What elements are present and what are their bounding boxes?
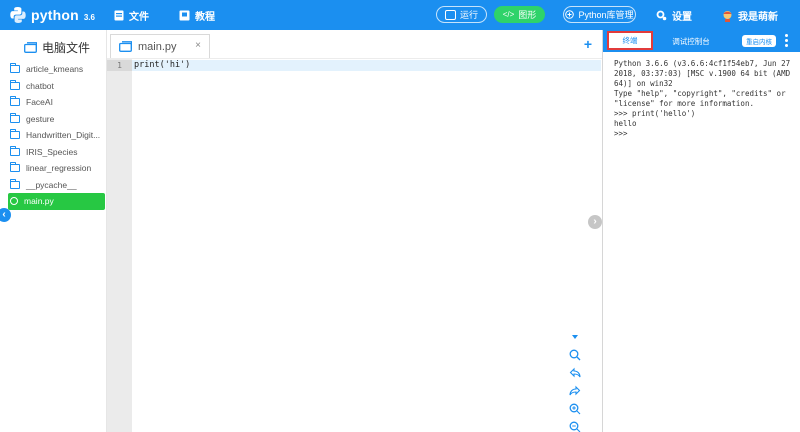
zoom-out-icon[interactable]	[568, 420, 582, 432]
line-gutter: 1	[107, 59, 132, 432]
folder-label: chatbot	[26, 80, 54, 91]
plus-circle-icon	[565, 10, 575, 19]
line-number: 1	[107, 60, 132, 71]
run-icon	[444, 9, 456, 20]
folder-icon	[9, 96, 20, 107]
graphics-button-label: 图形	[518, 10, 537, 20]
editor-toolbar	[566, 330, 584, 432]
avatar-icon	[723, 10, 732, 22]
folder-item[interactable]: linear_regression	[8, 160, 105, 177]
chevron-right-icon: ›	[593, 216, 597, 227]
more-options-icon[interactable]	[785, 34, 789, 47]
caret-down-icon[interactable]	[568, 330, 582, 344]
folder-icon	[9, 63, 20, 74]
book-icon	[179, 10, 190, 21]
terminal-output[interactable]: Python 3.6.6 (v3.6.6:4cf1f54eb7, Jun 27 …	[614, 59, 794, 139]
code-icon: </>	[502, 10, 515, 19]
library-manager-button[interactable]: Python库管理	[563, 6, 636, 23]
folder-icon	[9, 162, 20, 173]
gear-icon	[656, 10, 667, 21]
file-list: article_kmeans chatbot FaceAI gesture Ha…	[8, 61, 105, 210]
folder-item[interactable]: gesture	[8, 111, 105, 128]
file-explorer-title: 电脑文件	[24, 39, 90, 56]
folder-label: linear_regression	[26, 163, 92, 174]
folder-item[interactable]: FaceAI	[8, 94, 105, 111]
file-item-active[interactable]: main.py	[8, 193, 105, 210]
editor-tab-bar: main.py × +	[107, 30, 602, 59]
editor-tab[interactable]: main.py ×	[110, 34, 210, 58]
folder-item[interactable]: article_kmeans	[8, 61, 105, 78]
settings-label: 设置	[672, 12, 692, 23]
folder-icon	[9, 129, 20, 140]
collapse-sidebar-button[interactable]: ‹	[0, 208, 11, 222]
folder-label: IRIS_Species	[26, 146, 78, 157]
plus-icon: +	[583, 36, 592, 52]
search-icon[interactable]	[568, 348, 582, 362]
file-explorer-title-text: 电脑文件	[42, 41, 91, 55]
computer-icon	[24, 42, 37, 53]
restart-kernel-button[interactable]: 重启内核	[742, 35, 776, 47]
folder-icon	[9, 112, 20, 123]
logo-version: 3.6	[83, 12, 95, 22]
user-name: 我是萌新	[738, 12, 778, 23]
run-button[interactable]: 运行	[436, 6, 487, 23]
file-icon	[114, 10, 124, 21]
folder-icon	[9, 79, 20, 90]
python-logo[interactable]: python 3.6	[9, 6, 95, 24]
tab-debug-console[interactable]: 调试控制台	[663, 30, 719, 52]
console-panel: 终端 调试控制台 重启内核 Python 3.6.6 (v3.6.6:4cf1f…	[602, 30, 800, 432]
nav-file-label: 文件	[129, 12, 149, 23]
user-menu[interactable]: 我是萌新	[722, 8, 778, 23]
close-icon[interactable]: ×	[195, 40, 201, 51]
folder-item[interactable]: Handwritten_Digit...	[8, 127, 105, 144]
console-tab-bar: 终端 调试控制台 重启内核	[603, 30, 800, 52]
folder-item[interactable]: __pycache__	[8, 177, 105, 194]
computer-icon	[119, 41, 132, 52]
logo-text: python	[31, 7, 79, 23]
undo-icon[interactable]	[568, 366, 582, 380]
editor-tab-label: main.py	[138, 40, 177, 53]
nav-tutorial[interactable]: 教程	[179, 8, 215, 23]
folder-label: article_kmeans	[26, 64, 84, 75]
folder-label: Handwritten_Digit...	[26, 130, 101, 141]
folder-icon	[9, 145, 20, 156]
nav-file[interactable]: 文件	[114, 8, 149, 23]
settings-button[interactable]: 设置	[656, 8, 692, 23]
toggle-console-button[interactable]: ›	[588, 215, 602, 229]
file-label: main.py	[24, 196, 54, 207]
folder-label: gesture	[26, 113, 55, 124]
graphics-button[interactable]: </> 图形	[494, 6, 545, 23]
library-manager-label: Python库管理	[578, 10, 634, 20]
folder-item[interactable]: IRIS_Species	[8, 144, 105, 161]
chevron-left-icon: ‹	[2, 209, 6, 220]
file-explorer: 电脑文件 article_kmeans chatbot FaceAI gestu…	[0, 30, 107, 432]
run-button-label: 运行	[459, 10, 478, 20]
folder-label: FaceAI	[26, 97, 53, 108]
code-editor[interactable]: print('hi')	[134, 60, 190, 71]
active-line-highlight	[132, 60, 601, 71]
folder-icon	[9, 178, 20, 189]
zoom-in-icon[interactable]	[568, 402, 582, 416]
python-logo-icon	[10, 7, 26, 23]
top-bar: python 3.6 文件 教程 运行 </> 图形 Python库管理 设置 …	[0, 0, 800, 30]
add-tab-button[interactable]: +	[584, 36, 592, 52]
redo-icon[interactable]	[568, 384, 582, 398]
tab-terminal[interactable]: 终端	[607, 31, 653, 50]
folder-label: __pycache__	[26, 179, 77, 190]
nav-tutorial-label: 教程	[195, 12, 215, 23]
python-file-icon	[10, 197, 18, 206]
folder-item[interactable]: chatbot	[8, 78, 105, 95]
